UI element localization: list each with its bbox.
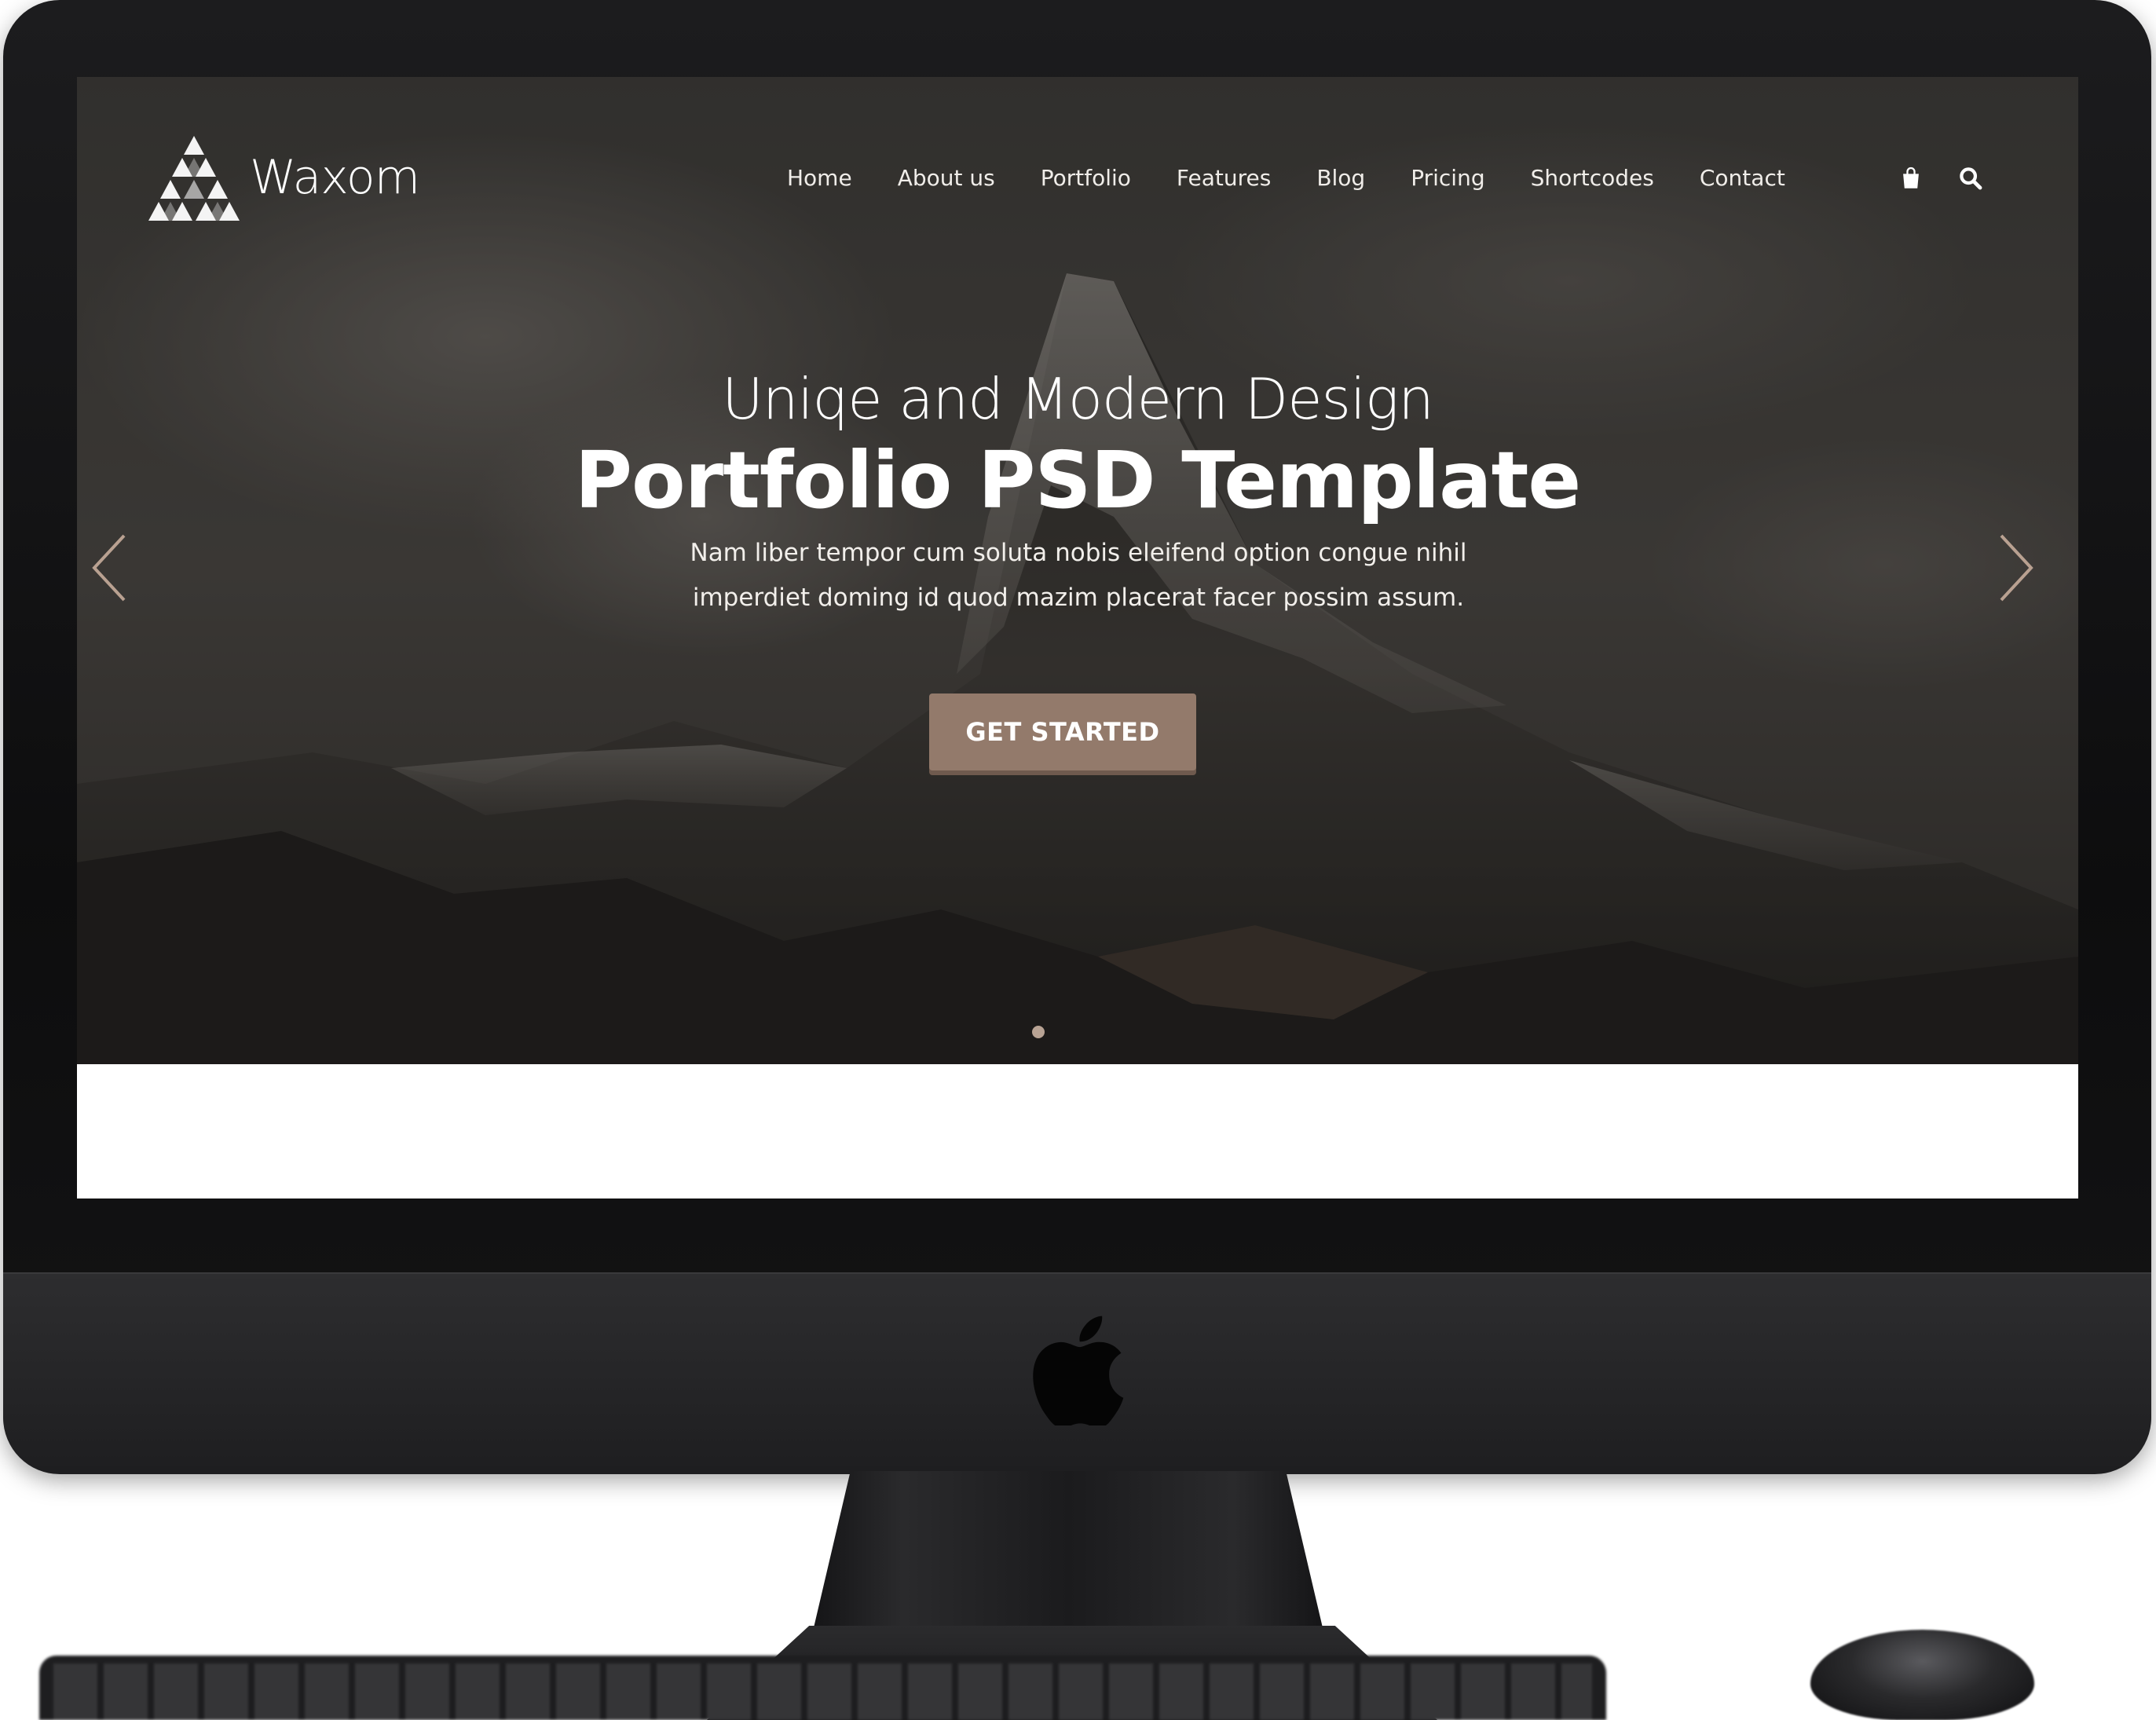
- content-area-blank: [77, 1064, 2078, 1199]
- screen: Waxom Home About us Portfolio Features B…: [77, 77, 2078, 1199]
- slider-dot-active[interactable]: [1032, 1026, 1045, 1038]
- nav-item-features[interactable]: Features: [1177, 165, 1271, 191]
- nav-item-about-us[interactable]: About us: [898, 165, 995, 191]
- chevron-left-icon[interactable]: [88, 532, 132, 603]
- brand-name: Waxom: [250, 149, 420, 205]
- imac-stand: [809, 1471, 1327, 1648]
- hero-description-line: Nam liber tempor cum soluta nobis eleife…: [690, 539, 1467, 567]
- hero-description-line: imperdiet doming id quod mazim placerat …: [692, 584, 1465, 612]
- get-started-button[interactable]: GET STARTED: [929, 693, 1196, 770]
- nav-icon-group: [1898, 165, 1984, 196]
- main-nav: Home About us Portfolio Features Blog Pr…: [787, 165, 1831, 191]
- nav-item-shortcodes[interactable]: Shortcodes: [1531, 165, 1654, 191]
- chevron-right-icon[interactable]: [1993, 532, 2037, 603]
- shopping-bag-icon[interactable]: [1898, 165, 1924, 196]
- brand-logo[interactable]: Waxom: [143, 136, 420, 225]
- hero-description: Nam liber tempor cum soluta nobis eleife…: [595, 531, 1561, 620]
- nav-item-blog[interactable]: Blog: [1316, 165, 1365, 191]
- hero-slider: Waxom Home About us Portfolio Features B…: [77, 77, 2078, 1064]
- hero-subtitle: Uniqe and Modern Design: [722, 366, 1434, 432]
- nav-item-portfolio[interactable]: Portfolio: [1041, 165, 1131, 191]
- triangle-logo-icon: [148, 136, 240, 221]
- keyboard: [39, 1656, 1606, 1720]
- nav-item-pricing[interactable]: Pricing: [1411, 165, 1484, 191]
- mouse: [1810, 1630, 2034, 1720]
- apple-logo-icon: [1033, 1316, 1124, 1425]
- hero-title: Portfolio PSD Template: [574, 434, 1581, 526]
- nav-item-contact[interactable]: Contact: [1700, 165, 1785, 191]
- nav-item-home[interactable]: Home: [787, 165, 852, 191]
- search-icon[interactable]: [1957, 165, 1984, 196]
